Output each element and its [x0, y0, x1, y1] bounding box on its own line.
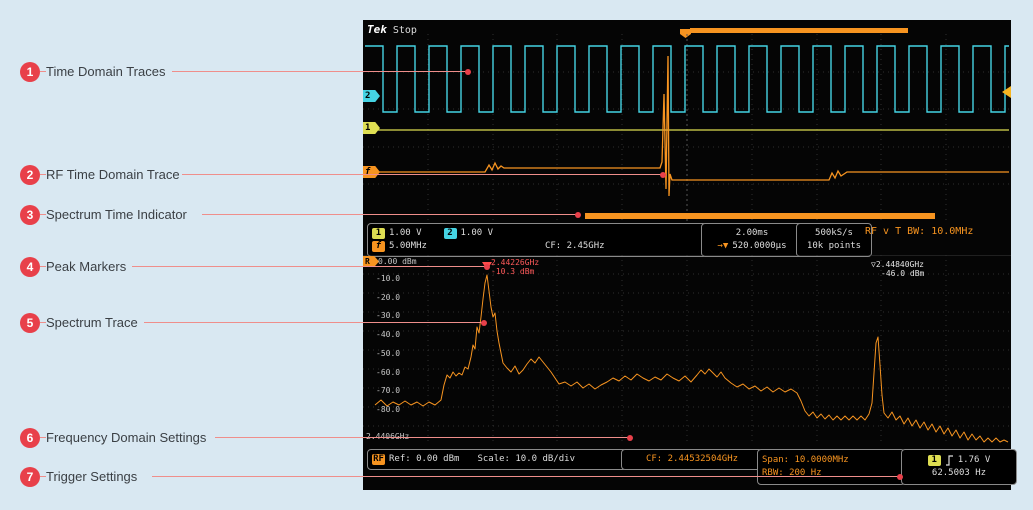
callout-line-2 — [182, 174, 663, 175]
center-frequency-box: CF: 2.44532504GHz — [621, 449, 763, 470]
spectrum-trace — [374, 274, 1009, 443]
trigger-frequency: 62.5003 Hz — [931, 468, 987, 478]
spectrum-graticule — [363, 255, 1011, 445]
ch2-scale: 1.00 V — [460, 228, 494, 238]
spectrum-time-indicator — [585, 213, 935, 219]
callout-target-dot-7 — [897, 474, 903, 480]
rf-reference-readout-box: RF Ref: 0.00 dBm Scale: 10.0 dB/div — [367, 449, 627, 470]
timebase-readout-box: 2.00ms →▼ 520.0000µs — [701, 223, 803, 257]
callout-target-dot-4 — [484, 264, 490, 270]
peak-marker-2-readout: ▽2.44840GHz -46.0 dBm — [871, 260, 924, 278]
rf-badge: f — [372, 241, 385, 252]
record-length: 10k points — [806, 241, 862, 251]
sample-rate: 500kS/s — [815, 228, 853, 238]
rf-vs-time-bandwidth-readout: RF v T BW: 10.0MHz — [865, 226, 974, 237]
callout-number-1: 1 — [20, 62, 40, 82]
db-tick-label: -30.0 — [376, 311, 401, 320]
rbw-readout: RBW: 200 Hz — [762, 468, 822, 478]
callout-line-3 — [202, 214, 578, 215]
callout-label-2: RF Time Domain Trace — [46, 167, 180, 182]
callout-number-3: 3 — [20, 205, 40, 225]
callout-target-dot-2 — [660, 172, 666, 178]
callout-number-5: 5 — [20, 313, 40, 333]
ref-level-label: 0.00 dBm — [378, 257, 417, 266]
trigger-level: 1.76 V — [957, 455, 991, 465]
callout-line-1 — [172, 71, 468, 72]
timebase-scale: 2.00ms — [735, 228, 769, 238]
callout-label-4: Peak Markers — [46, 259, 127, 274]
ch2-badge: 2 — [443, 228, 457, 239]
span-rbw-box: Span: 10.0000MHz RBW: 200 Hz — [757, 449, 905, 485]
callout-number-4: 4 — [20, 257, 40, 277]
rf-badge: RF — [372, 454, 385, 465]
trigger-slope-icon — [945, 455, 953, 466]
db-tick-label: -50.0 — [376, 349, 401, 358]
time-grid — [363, 34, 1011, 222]
center-frequency: CF: 2.44532504GHz — [645, 454, 739, 464]
rf-vertical-scale: Scale: 10.0 dB/div — [477, 454, 575, 464]
trigger-settings-box: 1 1.76 V 62.5003 Hz — [901, 449, 1017, 485]
peak-marker-2-amplitude: -46.0 dBm — [881, 269, 925, 278]
callout-target-dot-5 — [481, 320, 487, 326]
callout-line-5 — [144, 322, 484, 323]
callout-label-1: Time Domain Traces — [46, 64, 166, 79]
db-tick-label: -10.0 — [376, 274, 401, 283]
callout-number-2: 2 — [20, 165, 40, 185]
channel-readout-box: 1 1.00 V 2 1.00 V f 5.00MHz CF: 2.45GHz — [367, 223, 707, 257]
delay-marker-icon: →▼ — [717, 241, 729, 251]
callout-line-6 — [215, 437, 630, 438]
trigger-source-badge: 1 — [927, 455, 941, 466]
acquisition-record-bar — [690, 28, 908, 33]
center-frequency-readout: CF: 2.45GHz — [544, 241, 605, 251]
db-tick-label: -40.0 — [376, 330, 401, 339]
callout-number-6: 6 — [20, 428, 40, 448]
callout-target-dot-6 — [627, 435, 633, 441]
span-readout: Span: 10.0000MHz — [762, 455, 849, 465]
peak-marker-2-frequency: 2.44840GHz — [875, 260, 924, 269]
trigger-level-arrow-icon — [1002, 86, 1011, 98]
db-tick-label: -60.0 — [376, 368, 401, 377]
time-domain-graticule — [363, 34, 1011, 222]
callout-line-7 — [152, 476, 900, 477]
annotated-scope-figure: Tek Stop 2 1 f 1 1.00 V 2 1.00 V f 5.00M… — [0, 0, 1033, 510]
callout-line-4 — [132, 266, 487, 267]
ch1-badge: 1 — [372, 228, 385, 239]
callout-number-7: 7 — [20, 467, 40, 487]
callout-label-6: Frequency Domain Settings — [46, 430, 207, 445]
db-tick-label: -20.0 — [376, 293, 401, 302]
spectrum-grid — [363, 255, 1011, 445]
callout-target-dot-1 — [465, 69, 471, 75]
db-tick-label: -70.0 — [376, 386, 401, 395]
peak-marker-1-frequency: 2.44226GHz — [491, 258, 540, 267]
callout-label-7: Trigger Settings — [46, 469, 138, 484]
callout-target-dot-3 — [575, 212, 581, 218]
ch1-scale: 1.00 V — [389, 228, 422, 238]
callout-label-5: Spectrum Trace — [46, 315, 138, 330]
oscilloscope-screen: Tek Stop 2 1 f 1 1.00 V 2 1.00 V f 5.00M… — [363, 20, 1017, 490]
delay-time: 520.0000µs — [732, 241, 787, 251]
peak-marker-1-readout: 2.44226GHz -10.3 dBm — [491, 258, 539, 276]
rf-ref-level: Ref: 0.00 dBm — [389, 454, 460, 464]
peak-marker-1-amplitude: -10.3 dBm — [491, 267, 535, 276]
acquisition-readout-box: 500kS/s 10k points — [796, 223, 872, 257]
callout-label-3: Spectrum Time Indicator — [46, 207, 187, 222]
rf-scale: 5.00MHz — [389, 241, 427, 251]
db-tick-label: -80.0 — [376, 405, 401, 414]
